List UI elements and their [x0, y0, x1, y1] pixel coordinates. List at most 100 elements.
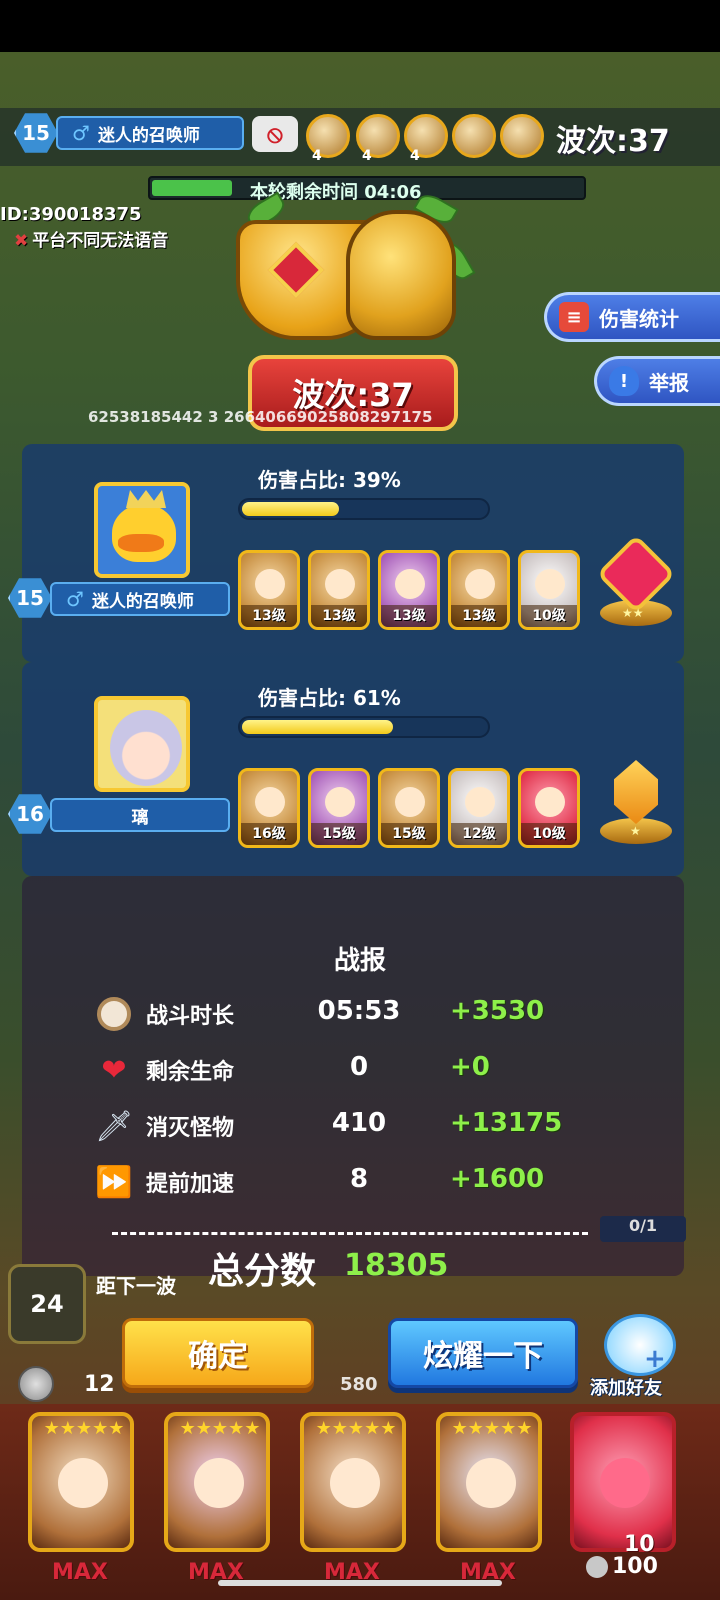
mute-ban-icon[interactable]: ⦸ — [252, 116, 298, 152]
fast-forward-icon: ⏩ — [95, 1164, 133, 1200]
hero-card[interactable]: 13级 — [238, 550, 300, 630]
hero-card-max[interactable]: ★★★★★ — [28, 1412, 134, 1552]
show-off-button[interactable]: 炫耀一下 — [388, 1318, 578, 1388]
list-icon: ≡ — [559, 302, 589, 332]
hero-card-max[interactable]: ★★★★★ — [436, 1412, 542, 1552]
hero-card[interactable]: 10级 — [518, 550, 580, 630]
stat-bonus: +13175 — [450, 1108, 563, 1138]
gold-amount: 12 — [84, 1372, 115, 1397]
battle-report-title: 战报 — [333, 946, 386, 976]
stat-label: 战斗时长 — [146, 1004, 235, 1029]
knight-helmet-icon — [346, 210, 456, 340]
player-name: 迷人的召唤师 — [91, 591, 194, 612]
hero-card[interactable]: 13级 — [308, 550, 370, 630]
hero-portrait-icon — [58, 1458, 108, 1508]
damage-share-bar — [238, 716, 490, 738]
voice-notice: ✖ 平台不同无法语音 — [14, 226, 168, 251]
star-rating-icon: ★★★★★ — [315, 1418, 397, 1439]
voice-notice-text: 平台不同无法语音 — [32, 231, 169, 251]
hero-card[interactable]: 12级 — [448, 768, 510, 848]
stat-value: 0 — [349, 1052, 369, 1082]
wave-countdown: 24 — [8, 1264, 86, 1344]
damage-share-bar — [238, 498, 490, 520]
heart-trophy-icon: ★★ — [596, 534, 676, 632]
damage-share-fill — [242, 720, 393, 734]
next-wave-label: 距下一波 — [96, 1274, 176, 1298]
player-name-pill: 璃 — [50, 798, 230, 832]
coin-value: 580 — [340, 1374, 378, 1395]
damage-stats-label: 伤害统计 — [599, 306, 679, 331]
hero-count: 4 — [312, 148, 322, 164]
hero-portrait-icon — [255, 787, 285, 817]
total-score-value: 18305 — [344, 1248, 449, 1283]
enemy-hero-icon — [452, 114, 496, 158]
total-score-label: 总分数 — [208, 1251, 317, 1292]
hero-portrait-icon — [465, 787, 495, 817]
hero-portrait-icon — [325, 569, 355, 599]
hero-portrait-icon — [194, 1458, 244, 1508]
hero-level: 13级 — [241, 605, 297, 627]
player-name-pill: ♂ 迷人的召唤师 — [56, 116, 244, 150]
player-name: 迷人的召唤师 — [97, 125, 200, 146]
stat-value: 410 — [331, 1108, 387, 1138]
hero-level: 16级 — [241, 823, 297, 845]
player-avatar — [94, 696, 190, 792]
stat-label: 提前加速 — [146, 1172, 235, 1197]
coin-amount: 100 — [612, 1554, 658, 1579]
duck-avatar-icon — [112, 504, 176, 562]
stat-bonus: +0 — [450, 1052, 490, 1082]
clock-icon — [94, 994, 134, 1034]
hero-card[interactable]: 13级 — [378, 550, 440, 630]
hero-portrait-icon — [255, 569, 285, 599]
coin-icon — [18, 1366, 54, 1402]
player-name-pill: ♂ 迷人的召唤师 — [50, 582, 230, 616]
hero-card[interactable]: 10级 — [518, 768, 580, 848]
plus-icon: + — [644, 1344, 666, 1374]
hero-level: 15级 — [311, 823, 367, 845]
player-name: 璃 — [131, 807, 149, 828]
add-friend-button[interactable]: + 添加好友 — [590, 1314, 684, 1404]
stat-label: 消灭怪物 — [146, 1116, 235, 1141]
star-rating-icon: ★★★★★ — [179, 1418, 261, 1439]
hero-card[interactable]: 16级 — [238, 768, 300, 848]
hero-level: 12级 — [451, 823, 507, 845]
progress-ratio: 0/1 — [600, 1216, 686, 1242]
hero-card-max[interactable]: ★★★★★ — [164, 1412, 270, 1552]
stat-value: 05:53 — [317, 996, 401, 1026]
stat-bonus: +1600 — [450, 1164, 545, 1194]
male-icon: ♂ — [66, 587, 84, 611]
hero-portrait-icon — [330, 1458, 380, 1508]
hero-card-max[interactable]: ★★★★★ — [300, 1412, 406, 1552]
stat-value: 8 — [349, 1164, 369, 1194]
hero-card-red-slime[interactable] — [570, 1412, 676, 1552]
hero-level: 10级 — [521, 605, 577, 627]
hero-card[interactable]: 13级 — [448, 550, 510, 630]
hero-portrait-icon — [535, 569, 565, 599]
hero-level: 13级 — [311, 605, 367, 627]
hero-card[interactable]: 15级 — [308, 768, 370, 848]
hero-card[interactable]: 15级 — [378, 768, 440, 848]
stat-bonus: +3530 — [450, 996, 545, 1026]
girl-avatar-icon — [110, 710, 182, 786]
hero-portrait-icon — [535, 787, 565, 817]
heart-icon: ❤ — [101, 1052, 127, 1088]
sword-icon: 🗡 — [94, 1108, 134, 1144]
home-indicator[interactable] — [218, 1580, 502, 1586]
stat-row-speedup: ⏩ 提前加速 8 +1600 — [94, 1160, 614, 1204]
hero-portrait-icon — [465, 569, 495, 599]
star-rating-icon: ★★★★★ — [451, 1418, 533, 1439]
star-rating-icon: ★★★★★ — [43, 1418, 125, 1439]
hero-level: 10级 — [521, 823, 577, 845]
report-button[interactable]: ! 举报 — [594, 356, 720, 406]
coin-icon — [586, 1556, 608, 1578]
coin-counter: 100 — [586, 1554, 658, 1579]
player-id: ID:390018375 — [0, 204, 142, 225]
damage-share-label: 伤害占比: 39% — [258, 468, 401, 492]
hero-level: 15级 — [381, 823, 437, 845]
background-numbers: 62538185442 3 26640669025808297175 — [88, 408, 433, 426]
confirm-button[interactable]: 确定 — [122, 1318, 314, 1388]
game-scene: 15 ♂ 迷人的召唤师 ⦸ 4 4 4 波次:37 本轮剩余时间 04:06 I… — [0, 52, 720, 1600]
stat-row-duration: 战斗时长 05:53 +3530 — [94, 992, 614, 1036]
crystal-trophy-icon: ★ — [600, 760, 672, 850]
damage-stats-button[interactable]: ≡ 伤害统计 — [544, 292, 720, 342]
